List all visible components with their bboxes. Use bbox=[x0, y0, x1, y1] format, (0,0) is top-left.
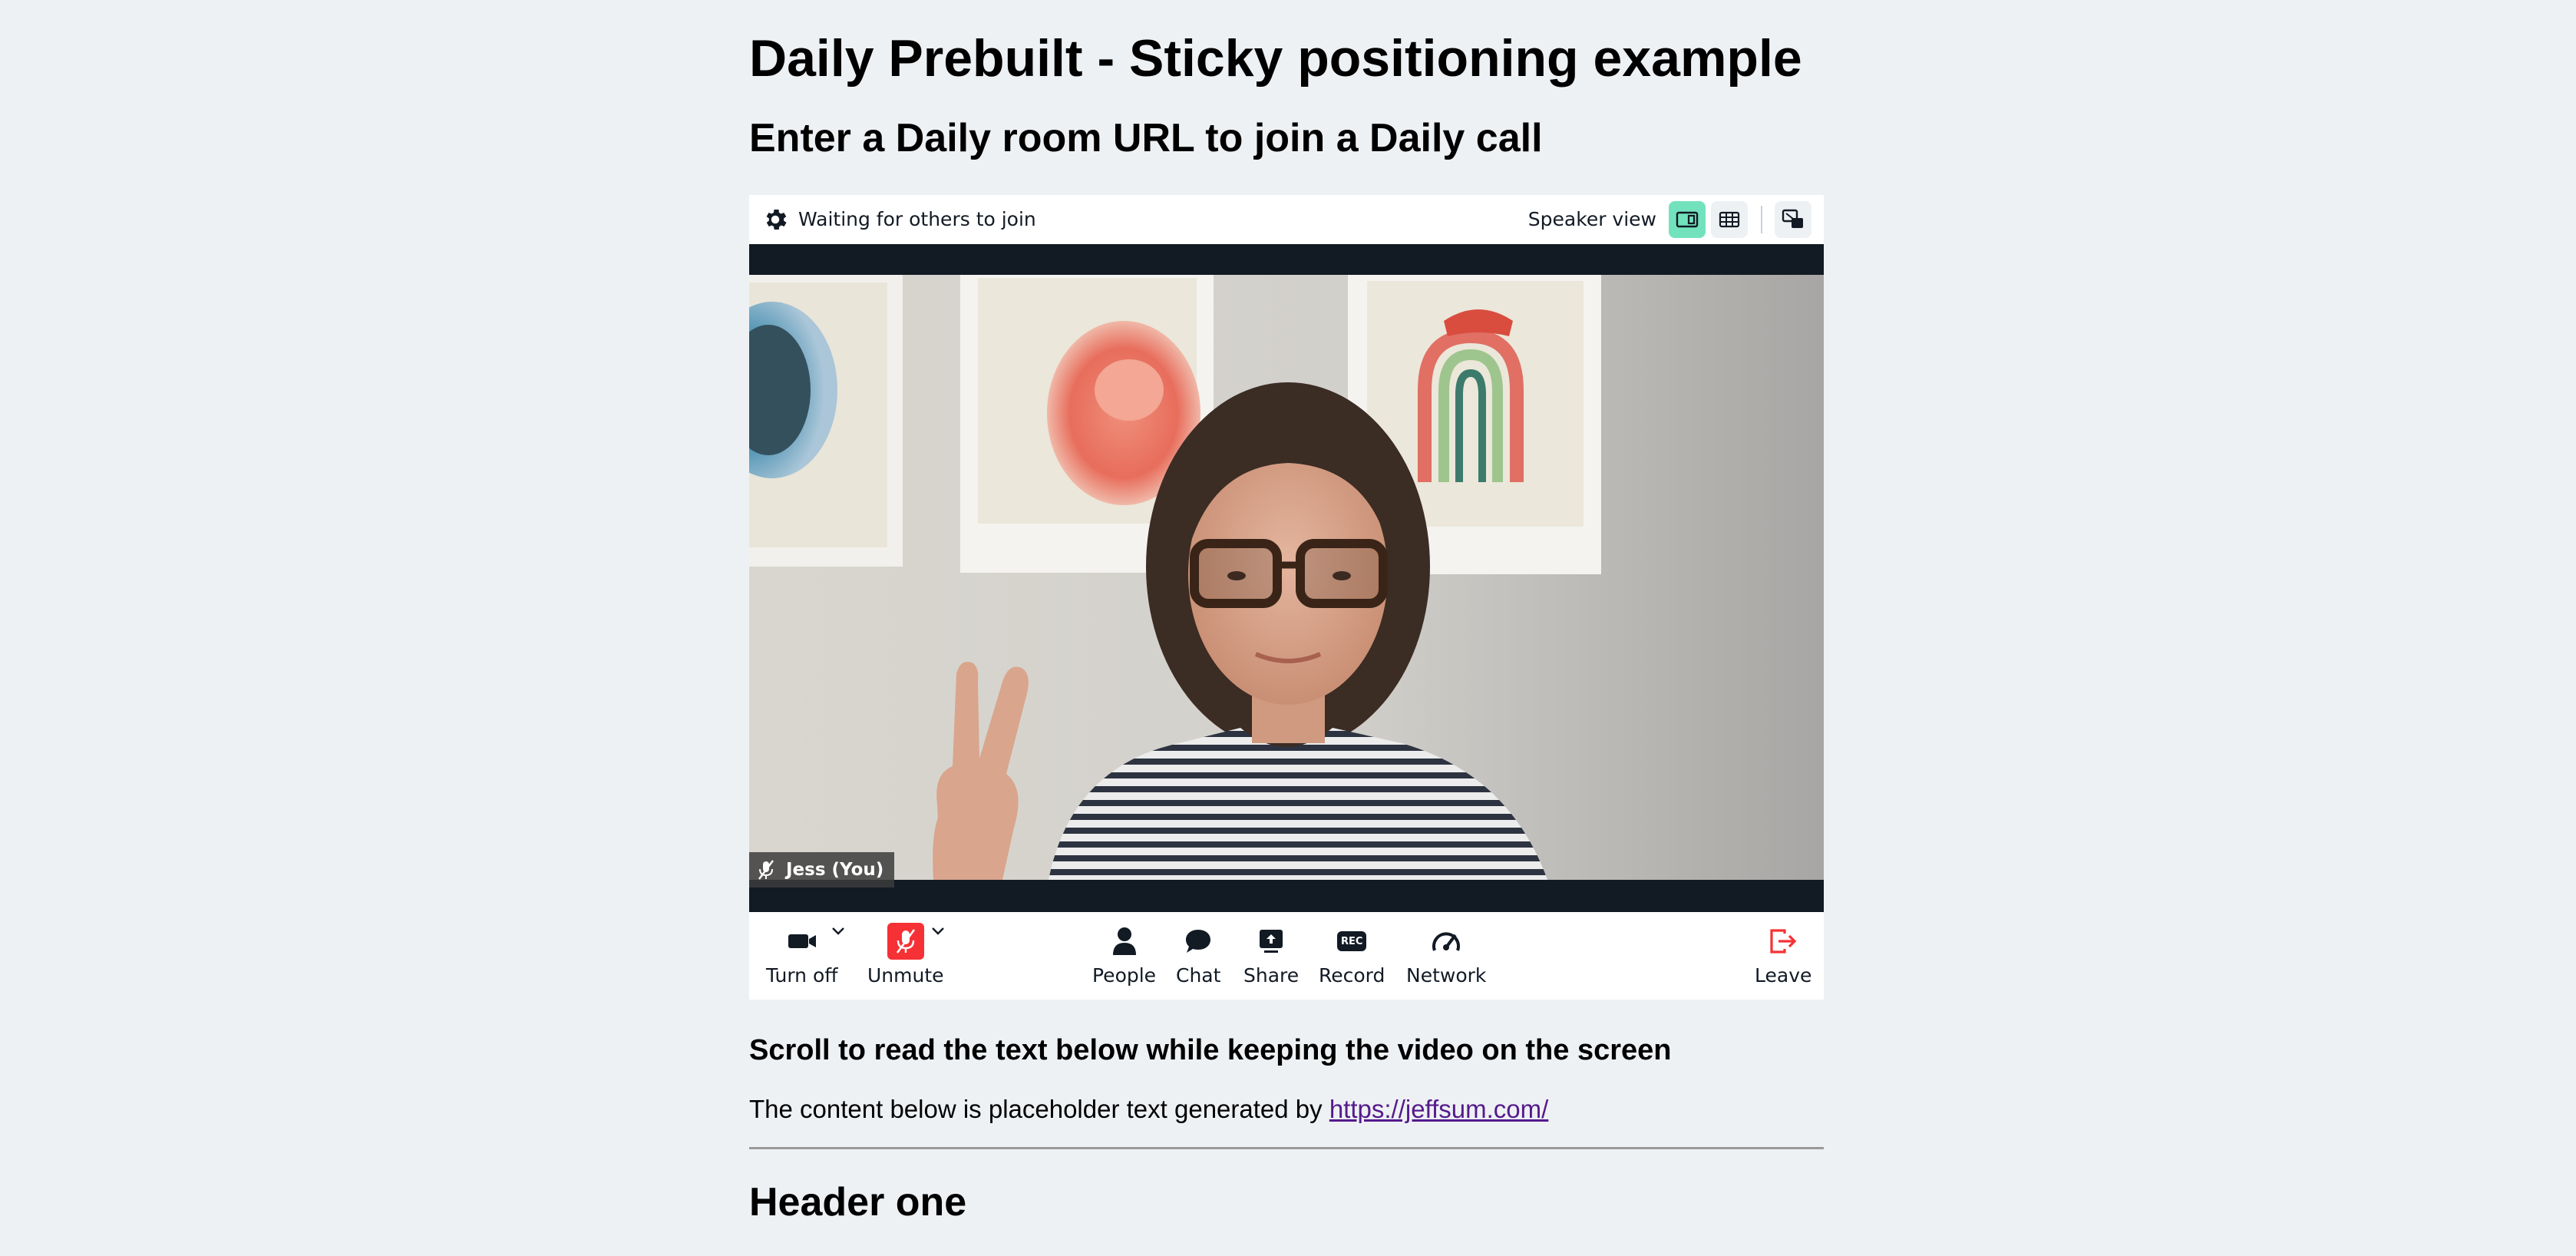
camera-label: Turn off bbox=[766, 964, 838, 987]
view-mode-label: Speaker view bbox=[1527, 208, 1656, 230]
camera-button[interactable]: Turn off bbox=[766, 923, 837, 992]
call-topbar: Waiting for others to join Speaker view bbox=[749, 195, 1824, 244]
record-button[interactable]: REC Record bbox=[1319, 923, 1385, 992]
microphone-label: Unmute bbox=[867, 964, 944, 987]
view-divider bbox=[1761, 206, 1762, 233]
intro-paragraph: The content below is placeholder text ge… bbox=[749, 1093, 1548, 1125]
muted-microphone-icon bbox=[887, 923, 924, 960]
record-icon: REC bbox=[1337, 931, 1367, 951]
people-button[interactable]: People bbox=[1092, 923, 1156, 992]
share-label: Share bbox=[1243, 964, 1300, 987]
muted-mic-icon bbox=[758, 860, 774, 880]
microphone-options-chevron-icon[interactable] bbox=[930, 926, 946, 937]
webcam-frame-image bbox=[749, 275, 1824, 880]
section-divider bbox=[749, 1147, 1824, 1149]
intro-text: The content below is placeholder text ge… bbox=[749, 1095, 1329, 1123]
waiting-status: Waiting for others to join bbox=[798, 208, 1036, 230]
speaker-view-icon bbox=[1676, 211, 1699, 228]
speaker-view-button[interactable] bbox=[1669, 201, 1706, 238]
section-heading: Header one bbox=[749, 1180, 967, 1225]
call-tray: Turn off Unmute People Chat Share REC Re… bbox=[749, 912, 1824, 1000]
picture-in-picture-icon bbox=[1782, 209, 1803, 228]
network-button[interactable]: Network bbox=[1406, 923, 1486, 992]
page-title: Daily Prebuilt - Sticky positioning exam… bbox=[749, 29, 1802, 88]
leave-exit-icon bbox=[1770, 929, 1797, 954]
chat-button[interactable]: Chat bbox=[1176, 923, 1220, 992]
network-gauge-icon bbox=[1432, 932, 1461, 951]
screen-share-icon bbox=[1260, 930, 1283, 953]
network-label: Network bbox=[1406, 964, 1487, 987]
grid-view-button[interactable] bbox=[1711, 201, 1748, 238]
chat-bubble-icon bbox=[1186, 930, 1211, 953]
participant-name-tag: Jess (You) bbox=[749, 852, 895, 887]
picture-in-picture-button[interactable] bbox=[1775, 201, 1811, 238]
grid-view-icon bbox=[1719, 211, 1740, 228]
people-icon bbox=[1112, 927, 1136, 955]
share-button[interactable]: Share bbox=[1243, 923, 1299, 992]
daily-call-frame: Waiting for others to join Speaker view bbox=[749, 195, 1824, 1000]
record-label: Record bbox=[1319, 964, 1385, 987]
scroll-heading: Scroll to read the text below while keep… bbox=[749, 1034, 1672, 1066]
page-subtitle: Enter a Daily room URL to join a Daily c… bbox=[749, 116, 1543, 160]
video-camera-icon bbox=[788, 934, 816, 948]
leave-label: Leave bbox=[1755, 964, 1812, 987]
leave-button[interactable]: Leave bbox=[1755, 923, 1811, 992]
chat-label: Chat bbox=[1176, 964, 1221, 987]
camera-options-chevron-icon[interactable] bbox=[831, 926, 846, 937]
settings-gear-icon[interactable] bbox=[761, 206, 789, 233]
video-area: Jess (You) bbox=[749, 244, 1824, 912]
jeffsum-link[interactable]: https://jeffsum.com/ bbox=[1329, 1095, 1549, 1123]
participant-name: Jess (You) bbox=[786, 860, 884, 880]
people-label: People bbox=[1092, 964, 1157, 987]
participant-video bbox=[749, 275, 1824, 880]
